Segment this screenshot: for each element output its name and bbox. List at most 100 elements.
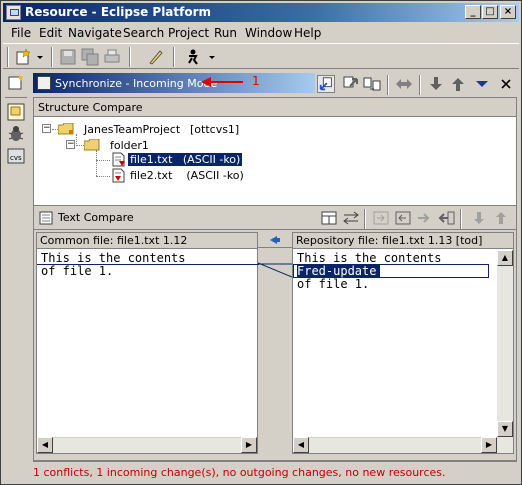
synchronize-view-icon bbox=[37, 76, 51, 90]
copy-current-right-to-left-icon[interactable] bbox=[438, 210, 456, 226]
outgoing-mode-icon[interactable] bbox=[341, 75, 359, 93]
folder-name: folder1 bbox=[110, 139, 149, 152]
toolbar-grip bbox=[7, 47, 9, 67]
diff-connector bbox=[258, 262, 292, 278]
cvs-perspective-icon[interactable]: cvs bbox=[7, 147, 25, 165]
eclipse-app-icon bbox=[6, 5, 21, 20]
resource-perspective-icon[interactable] bbox=[7, 103, 25, 121]
menu-search[interactable]: Search bbox=[123, 26, 164, 40]
previous-change-arrow-up-icon[interactable] bbox=[449, 75, 467, 93]
text-compare-pane: Text Compare Common file: file1.txt 1.12… bbox=[33, 205, 517, 461]
common-file-title: Common file: file1.txt 1.12 bbox=[40, 234, 188, 247]
repository-horizontal-scrollbar[interactable]: ◀ ▶ bbox=[293, 437, 497, 453]
collapse-folder-toggle[interactable]: − bbox=[66, 140, 75, 149]
previous-difference-arrow-up-icon[interactable] bbox=[492, 210, 510, 226]
view-menu-chevron-icon[interactable] bbox=[473, 75, 491, 93]
copy-current-left-to-right-icon[interactable] bbox=[416, 210, 434, 226]
repository-file-header: Repository file: file1.txt 1.13 [tod] bbox=[293, 233, 513, 249]
close-view-icon[interactable] bbox=[497, 75, 515, 93]
debug-perspective-icon[interactable] bbox=[7, 125, 25, 143]
collapse-project-toggle[interactable]: − bbox=[42, 124, 51, 133]
toolbar-separator bbox=[173, 47, 175, 67]
menu-run[interactable]: Run bbox=[214, 26, 237, 40]
menu-bar: File Edit Navigate Search Project Run Wi… bbox=[3, 23, 519, 42]
new-dropdown-chevron-icon[interactable] bbox=[35, 48, 45, 66]
menu-navigate[interactable]: Navigate bbox=[68, 26, 122, 40]
repository-file-title: Repository file: file1.txt 1.13 [tod] bbox=[296, 234, 483, 247]
synchronize-view-title: Synchronize - Incoming Mode bbox=[55, 77, 218, 90]
common-change-marker bbox=[37, 264, 259, 265]
next-change-arrow-down-icon[interactable] bbox=[427, 75, 445, 93]
pen-edit-icon[interactable] bbox=[147, 48, 165, 66]
run-dropdown-chevron-icon[interactable] bbox=[207, 48, 217, 66]
menu-project[interactable]: Project bbox=[168, 26, 209, 40]
new-wizard-icon[interactable] bbox=[15, 48, 33, 66]
sync-status-text: 1 conflicts, 1 incoming change(s), no ou… bbox=[33, 466, 446, 479]
perspective-separator bbox=[5, 97, 27, 98]
folder-icon bbox=[84, 139, 100, 151]
sync-status-line: 1 conflicts, 1 incoming change(s), no ou… bbox=[33, 461, 517, 481]
project-name: JanesTeamProject bbox=[84, 123, 181, 136]
synchronize-view-tab[interactable]: Synchronize - Incoming Mode bbox=[33, 73, 315, 93]
window-title: Resource - Eclipse Platform bbox=[25, 5, 212, 19]
tree-node-folder[interactable]: − folder1 bbox=[66, 137, 206, 153]
common-horizontal-scrollbar[interactable]: ◀ ▶ bbox=[37, 437, 257, 453]
incoming-outgoing-mode-icon[interactable] bbox=[363, 75, 381, 93]
copy-all-right-to-left-icon[interactable] bbox=[394, 210, 412, 226]
eclipse-window: Resource - Eclipse Platform _ □ × File E… bbox=[0, 0, 522, 485]
tree-node-file2[interactable]: file2.txt (ASCII -ko) bbox=[112, 168, 244, 184]
main-toolbar bbox=[3, 43, 519, 69]
conflict-file-icon bbox=[112, 152, 125, 167]
file2-name: file2.txt bbox=[130, 169, 173, 182]
ignore-whitespace-icon[interactable] bbox=[342, 210, 360, 226]
title-bar: Resource - Eclipse Platform _ □ × bbox=[3, 3, 519, 22]
next-difference-arrow-down-icon[interactable] bbox=[470, 210, 488, 226]
copy-change-left-arrow-icon[interactable] bbox=[268, 235, 282, 245]
file1-name: file1.txt bbox=[130, 153, 173, 166]
common-line-2[interactable]: of file 1. bbox=[41, 265, 113, 278]
view-toolbar-separator bbox=[419, 75, 421, 95]
tree-node-file1[interactable]: file1.txt (ASCII -ko) bbox=[112, 152, 244, 168]
scroll-right-arrow-icon[interactable]: ▶ bbox=[481, 437, 497, 453]
project-folder-icon bbox=[58, 123, 74, 135]
file2-mode: (ASCII -ko) bbox=[186, 169, 244, 182]
incoming-mode-icon[interactable] bbox=[317, 75, 335, 93]
diff-gutter bbox=[258, 232, 292, 454]
repo-line-3[interactable]: of file 1. bbox=[297, 278, 369, 291]
text-compare-icon bbox=[39, 211, 53, 225]
scroll-down-arrow-icon[interactable]: ▼ bbox=[497, 421, 513, 437]
menu-edit[interactable]: Edit bbox=[39, 26, 62, 40]
scroll-right-arrow-icon[interactable]: ▶ bbox=[241, 437, 257, 453]
run-icon[interactable] bbox=[185, 48, 203, 66]
minimize-button[interactable]: _ bbox=[465, 5, 481, 19]
structure-compare-title: Structure Compare bbox=[38, 101, 143, 114]
svg-text:cvs: cvs bbox=[10, 154, 22, 162]
callout-arrow-icon bbox=[201, 77, 243, 87]
copy-all-left-to-right-icon[interactable] bbox=[372, 210, 390, 226]
text-compare-title: Text Compare bbox=[58, 211, 134, 224]
show-ancestor-pane-icon[interactable] bbox=[320, 210, 338, 226]
menu-window[interactable]: Window bbox=[245, 26, 292, 40]
close-window-button[interactable]: × bbox=[500, 5, 516, 19]
structure-compare-header: Structure Compare bbox=[34, 98, 516, 117]
repository-vertical-scrollbar[interactable]: ▲ ▼ bbox=[497, 250, 513, 453]
tree-node-project[interactable]: − JanesTeamProject [ottcvs1] bbox=[42, 121, 262, 137]
print-icon[interactable] bbox=[103, 48, 121, 66]
save-all-icon[interactable] bbox=[81, 48, 99, 66]
tree-connector bbox=[96, 160, 110, 161]
compare-toolbar-separator bbox=[364, 209, 366, 229]
menu-file[interactable]: File bbox=[11, 26, 31, 40]
show-in-compare-icon[interactable] bbox=[395, 75, 413, 93]
maximize-button[interactable]: □ bbox=[482, 5, 498, 19]
view-toolbar-separator bbox=[387, 75, 389, 95]
save-icon[interactable] bbox=[59, 48, 77, 66]
scroll-left-arrow-icon[interactable]: ◀ bbox=[37, 437, 53, 453]
synchronize-view-header: Synchronize - Incoming Mode 1 bbox=[31, 71, 519, 95]
incoming-file-icon bbox=[112, 168, 125, 183]
scroll-left-arrow-icon[interactable]: ◀ bbox=[293, 437, 309, 453]
compare-toolbar-separator bbox=[460, 209, 462, 229]
text-compare-header: Text Compare bbox=[34, 206, 516, 230]
menu-help[interactable]: Help bbox=[294, 26, 321, 40]
scroll-up-arrow-icon[interactable]: ▲ bbox=[497, 250, 513, 266]
open-perspective-icon[interactable] bbox=[7, 73, 25, 91]
